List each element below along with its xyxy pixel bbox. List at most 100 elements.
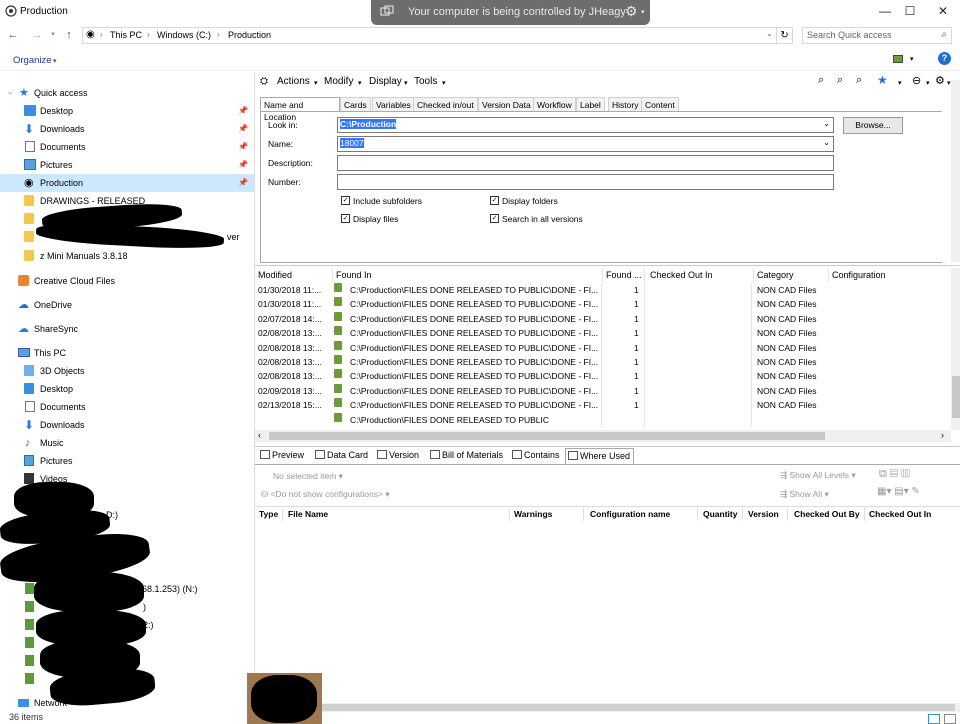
sidebar-item-3d-objects[interactable]: 3D Objects [0, 362, 254, 380]
sidebar-item-desktop[interactable]: Desktop 📌 [0, 102, 254, 120]
forward-arrow-icon[interactable]: → [30, 28, 44, 42]
tab-label[interactable]: Label [576, 97, 605, 111]
column-warnings[interactable]: Warnings [510, 507, 584, 521]
sidebar-item-production[interactable]: ◉ Production 📌 [0, 174, 254, 192]
find-icon[interactable]: ⌕ [818, 74, 824, 87]
chevron-down-icon[interactable]: ▾ [898, 79, 902, 87]
table-row[interactable]: 02/08/2018 13:... C:\Production\FILES DON… [255, 340, 955, 355]
table-row[interactable]: 02/08/2018 13:... C:\Production\FILES DON… [255, 355, 955, 369]
column-checked-out-in[interactable]: Checked Out In [647, 268, 754, 282]
sidebar-item-documents[interactable]: Documents 📌 [0, 138, 254, 156]
chevron-down-icon[interactable]: ▾ [314, 79, 318, 87]
sidebar-item-pictures[interactable]: Pictures [0, 452, 254, 470]
scroll-thumb[interactable] [952, 376, 960, 418]
scroll-right-icon[interactable]: › [941, 430, 944, 440]
tab-version-data[interactable]: Version Data [478, 97, 535, 111]
pin-icon[interactable]: 📌 [238, 156, 248, 174]
sidebar-item-this-pc[interactable]: This PC [0, 344, 254, 362]
find-icon[interactable]: ⌕ [856, 74, 862, 87]
settings-gear-icon[interactable]: ⚙ [935, 74, 945, 87]
no-selected-item-dropdown[interactable]: No selected item ▾ [273, 471, 343, 482]
column-found-in[interactable]: Found In [333, 268, 603, 282]
tab-contains[interactable]: Contains [510, 448, 560, 464]
column-configuration-name[interactable]: Configuration name [586, 507, 698, 521]
chevron-down-icon[interactable]: ⌄ [823, 138, 830, 147]
menu-modify[interactable]: Modify [324, 76, 353, 87]
include-subfolders-checkbox[interactable]: ✓ [341, 196, 350, 205]
quick-access-item[interactable]: ⌄ ★ Quick access [0, 84, 254, 102]
tab-preview[interactable]: Preview [258, 448, 304, 464]
toolbar-icon[interactable]: ▦▾ ▤▾ ✎ [877, 486, 920, 497]
description-field[interactable] [337, 155, 834, 171]
tab-name-and-location[interactable]: Name and Location [260, 97, 340, 122]
sidebar-item-sharesync[interactable]: ☁ ShareSync [0, 320, 254, 338]
chevron-down-icon[interactable]: ▾ [926, 79, 930, 87]
sidebar-item-pictures[interactable]: Pictures 📌 [0, 156, 254, 174]
sidebar-item-mini-manuals[interactable]: z Mini Manuals 3.8.18 [0, 247, 254, 265]
column-category[interactable]: Category [754, 268, 829, 282]
chevron-down-icon[interactable]: ▾ [442, 79, 446, 87]
table-row[interactable]: 02/08/2018 13:... C:\Production\FILES DON… [255, 326, 955, 340]
organize-menu[interactable]: Organize [13, 55, 52, 66]
favorite-star-icon[interactable]: ★ [877, 73, 888, 87]
search-all-versions-checkbox[interactable]: ✓ [490, 214, 499, 223]
menu-tools[interactable]: Tools [414, 76, 437, 87]
number-field[interactable] [337, 174, 834, 190]
column-file-name[interactable]: File Name [284, 507, 510, 521]
results-hscrollbar[interactable]: ‹ › [255, 430, 951, 442]
close-button[interactable]: ✕ [920, 0, 960, 24]
column-modified[interactable]: Modified [255, 268, 333, 282]
chevron-down-icon[interactable]: ▾ [358, 79, 362, 87]
chevron-down-icon[interactable]: ▾ [404, 79, 408, 87]
table-row[interactable]: 02/09/2018 13:... C:\Production\FILES DON… [255, 383, 955, 398]
pin-icon[interactable]: 📌 [238, 120, 248, 138]
name-field[interactable]: 18007 ⌄ [337, 136, 834, 152]
form-scrollbar[interactable] [951, 80, 960, 262]
tab-content[interactable]: Content [641, 97, 679, 111]
view-chevron-icon[interactable]: ▾ [910, 55, 914, 63]
pin-icon[interactable]: 📌 [238, 102, 248, 120]
chevron-down-icon[interactable]: ⌄ [7, 84, 19, 96]
tab-cards[interactable]: Cards [340, 97, 371, 111]
table-row[interactable]: 02/07/2018 14:... C:\Production\FILES DON… [255, 311, 955, 326]
table-row[interactable]: C:\Production\FILES DONE RELEASED TO PUB… [255, 412, 955, 427]
browse-button[interactable]: Browse... [843, 117, 903, 134]
pin-icon[interactable]: 📌 [238, 174, 248, 192]
display-files-checkbox[interactable]: ✓ [341, 214, 350, 223]
chevron-down-icon[interactable]: ▾ [947, 79, 951, 87]
chevron-down-icon[interactable]: ⌄ [823, 119, 830, 128]
zoom-icon[interactable]: ⊖ [912, 74, 921, 87]
column-type[interactable]: Type [255, 507, 283, 521]
tab-version[interactable]: Version [375, 448, 419, 464]
column-checked-out-by[interactable]: Checked Out By [790, 507, 865, 521]
breadcrumb-windows-c[interactable]: Windows (C:) [157, 30, 211, 40]
sidebar-item-onedrive[interactable]: ☁ OneDrive [0, 296, 254, 314]
tab-variables[interactable]: Variables [372, 97, 415, 111]
look-in-field[interactable]: C:\Production ⌄ [337, 117, 834, 133]
show-all-button[interactable]: ⇶ Show All ▾ [780, 489, 829, 500]
scroll-left-icon[interactable]: ‹ [258, 430, 261, 440]
column-checked-out-in[interactable]: Checked Out In [865, 507, 951, 521]
thumbnail-view-icon[interactable] [944, 714, 956, 724]
sidebar-item-documents[interactable]: Documents [0, 398, 254, 416]
table-row[interactable]: 01/30/2018 11:... C:\Production\FILES DON… [255, 283, 955, 297]
find-icon[interactable]: ⌕ [837, 74, 843, 87]
sidebar-item-music[interactable]: ♪ Music [0, 434, 254, 452]
details-view-icon[interactable] [928, 714, 940, 724]
display-folders-checkbox[interactable]: ✓ [490, 196, 499, 205]
menu-actions[interactable]: Actions [277, 76, 310, 87]
configurations-dropdown[interactable]: ⛁ <Do not show configurations> ▾ [261, 489, 390, 500]
sidebar-item-downloads[interactable]: ⬇ Downloads 📌 [0, 120, 254, 138]
menu-display[interactable]: Display [369, 76, 402, 87]
tab-checked-in-out[interactable]: Checked in/out [413, 97, 478, 111]
table-row[interactable]: 02/13/2018 15:... C:\Production\FILES DON… [255, 398, 955, 412]
help-icon[interactable]: ? [938, 52, 951, 65]
search-icon[interactable]: ⌕ [941, 29, 947, 40]
show-all-levels-button[interactable]: ⇶ Show All Levels ▾ [780, 470, 856, 481]
tab-bill-of-materials[interactable]: Bill of Materials [428, 448, 503, 464]
column-configuration[interactable]: Configuration [829, 268, 949, 282]
tab-workflow[interactable]: Workflow [533, 97, 576, 111]
address-bar[interactable]: ◉ › This PC › Windows (C:) › Production … [82, 27, 777, 44]
sidebar-item-downloads[interactable]: ⬇ Downloads [0, 416, 254, 434]
gear-icon[interactable]: ⚙ [625, 3, 638, 20]
